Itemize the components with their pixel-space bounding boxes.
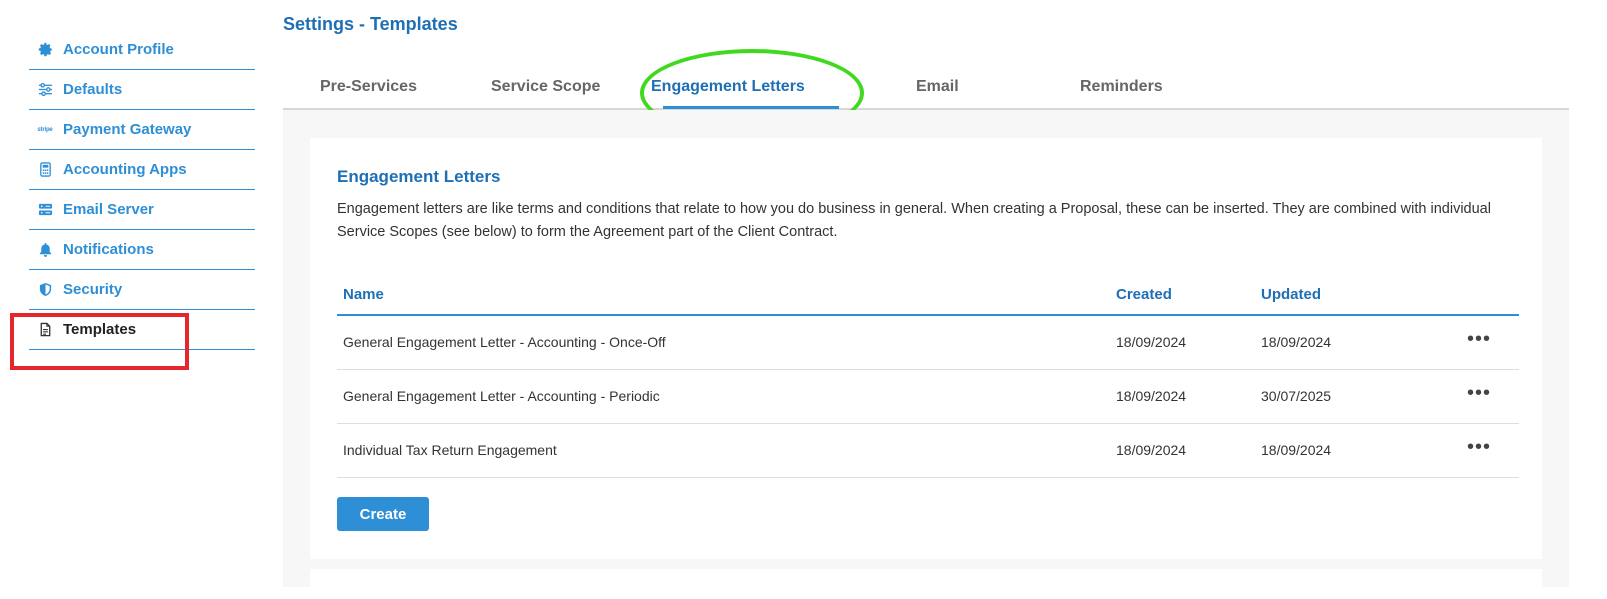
section-title: Engagement Letters bbox=[337, 167, 501, 186]
next-card bbox=[310, 569, 1542, 599]
more-options-icon[interactable]: ••• bbox=[1467, 437, 1491, 457]
sidebar-item-email-server[interactable]: Email Server bbox=[29, 190, 255, 230]
sidebar-item-label: Email Server bbox=[63, 201, 154, 218]
sidebar-item-security[interactable]: Security bbox=[29, 270, 255, 310]
document-icon bbox=[37, 322, 53, 338]
sidebar-item-notifications[interactable]: Notifications bbox=[29, 230, 255, 270]
create-button[interactable]: Create bbox=[337, 497, 429, 531]
sidebar-item-label: Payment Gateway bbox=[63, 121, 192, 138]
tab-engagement-letters[interactable]: Engagement Letters bbox=[651, 78, 805, 96]
sidebar-item-label: Templates bbox=[63, 321, 137, 338]
page-title: Settings - Templates bbox=[283, 14, 458, 34]
more-options-icon[interactable]: ••• bbox=[1467, 329, 1491, 349]
sidebar-item-label: Account Profile bbox=[63, 41, 174, 58]
sidebar-item-label: Accounting Apps bbox=[63, 161, 187, 178]
row-updated: 30/07/2025 bbox=[1261, 388, 1332, 404]
server-icon bbox=[37, 202, 53, 218]
calculator-icon bbox=[37, 162, 53, 178]
sidebar-item-account-profile[interactable]: Account Profile bbox=[29, 30, 255, 70]
stripe-logo-icon: stripe bbox=[37, 126, 53, 133]
row-created: 18/09/2024 bbox=[1116, 334, 1187, 350]
row-name[interactable]: General Engagement Letter - Accounting -… bbox=[343, 334, 666, 350]
column-header-updated[interactable]: Updated bbox=[1261, 286, 1321, 303]
row-name[interactable]: Individual Tax Return Engagement bbox=[343, 442, 557, 458]
row-updated: 18/09/2024 bbox=[1261, 442, 1332, 458]
bell-icon bbox=[37, 242, 53, 258]
sidebar-item-label: Defaults bbox=[63, 81, 123, 98]
row-name[interactable]: General Engagement Letter - Accounting -… bbox=[343, 388, 660, 404]
column-header-created[interactable]: Created bbox=[1116, 286, 1172, 303]
engagement-letters-card: Engagement Letters Engagement letters ar… bbox=[310, 138, 1542, 559]
sidebar-item-accounting-apps[interactable]: Accounting Apps bbox=[29, 150, 255, 190]
settings-sidebar: Account Profile Defaults stripe Payment … bbox=[29, 30, 255, 350]
column-header-name[interactable]: Name bbox=[343, 286, 384, 303]
gear-icon bbox=[37, 42, 53, 58]
table-row[interactable]: General Engagement Letter - Accounting -… bbox=[337, 316, 1519, 370]
sidebar-item-templates[interactable]: Templates bbox=[29, 310, 255, 350]
tab-bar: Pre-Services Service Scope Engagement Le… bbox=[283, 68, 1569, 110]
tab-service-scope[interactable]: Service Scope bbox=[491, 78, 600, 96]
shield-icon bbox=[37, 282, 53, 298]
active-tab-indicator bbox=[663, 106, 839, 109]
tab-reminders[interactable]: Reminders bbox=[1080, 78, 1163, 96]
section-description: Engagement letters are like terms and co… bbox=[337, 201, 1491, 240]
engagement-letters-table: Name Created Updated General Engagement … bbox=[337, 278, 1519, 478]
sliders-icon bbox=[37, 82, 53, 98]
row-created: 18/09/2024 bbox=[1116, 442, 1187, 458]
sidebar-item-defaults[interactable]: Defaults bbox=[29, 70, 255, 110]
table-row[interactable]: Individual Tax Return Engagement 18/09/2… bbox=[337, 424, 1519, 478]
sidebar-item-payment-gateway[interactable]: stripe Payment Gateway bbox=[29, 110, 255, 150]
row-updated: 18/09/2024 bbox=[1261, 334, 1332, 350]
table-header: Name Created Updated bbox=[337, 278, 1519, 316]
table-row[interactable]: General Engagement Letter - Accounting -… bbox=[337, 370, 1519, 424]
sidebar-item-label: Notifications bbox=[63, 241, 154, 258]
tab-email[interactable]: Email bbox=[916, 78, 959, 96]
sidebar-item-label: Security bbox=[63, 281, 123, 298]
content-area: Engagement Letters Engagement letters ar… bbox=[283, 110, 1569, 599]
tab-pre-services[interactable]: Pre-Services bbox=[320, 78, 417, 96]
more-options-icon[interactable]: ••• bbox=[1467, 383, 1491, 403]
row-created: 18/09/2024 bbox=[1116, 388, 1187, 404]
